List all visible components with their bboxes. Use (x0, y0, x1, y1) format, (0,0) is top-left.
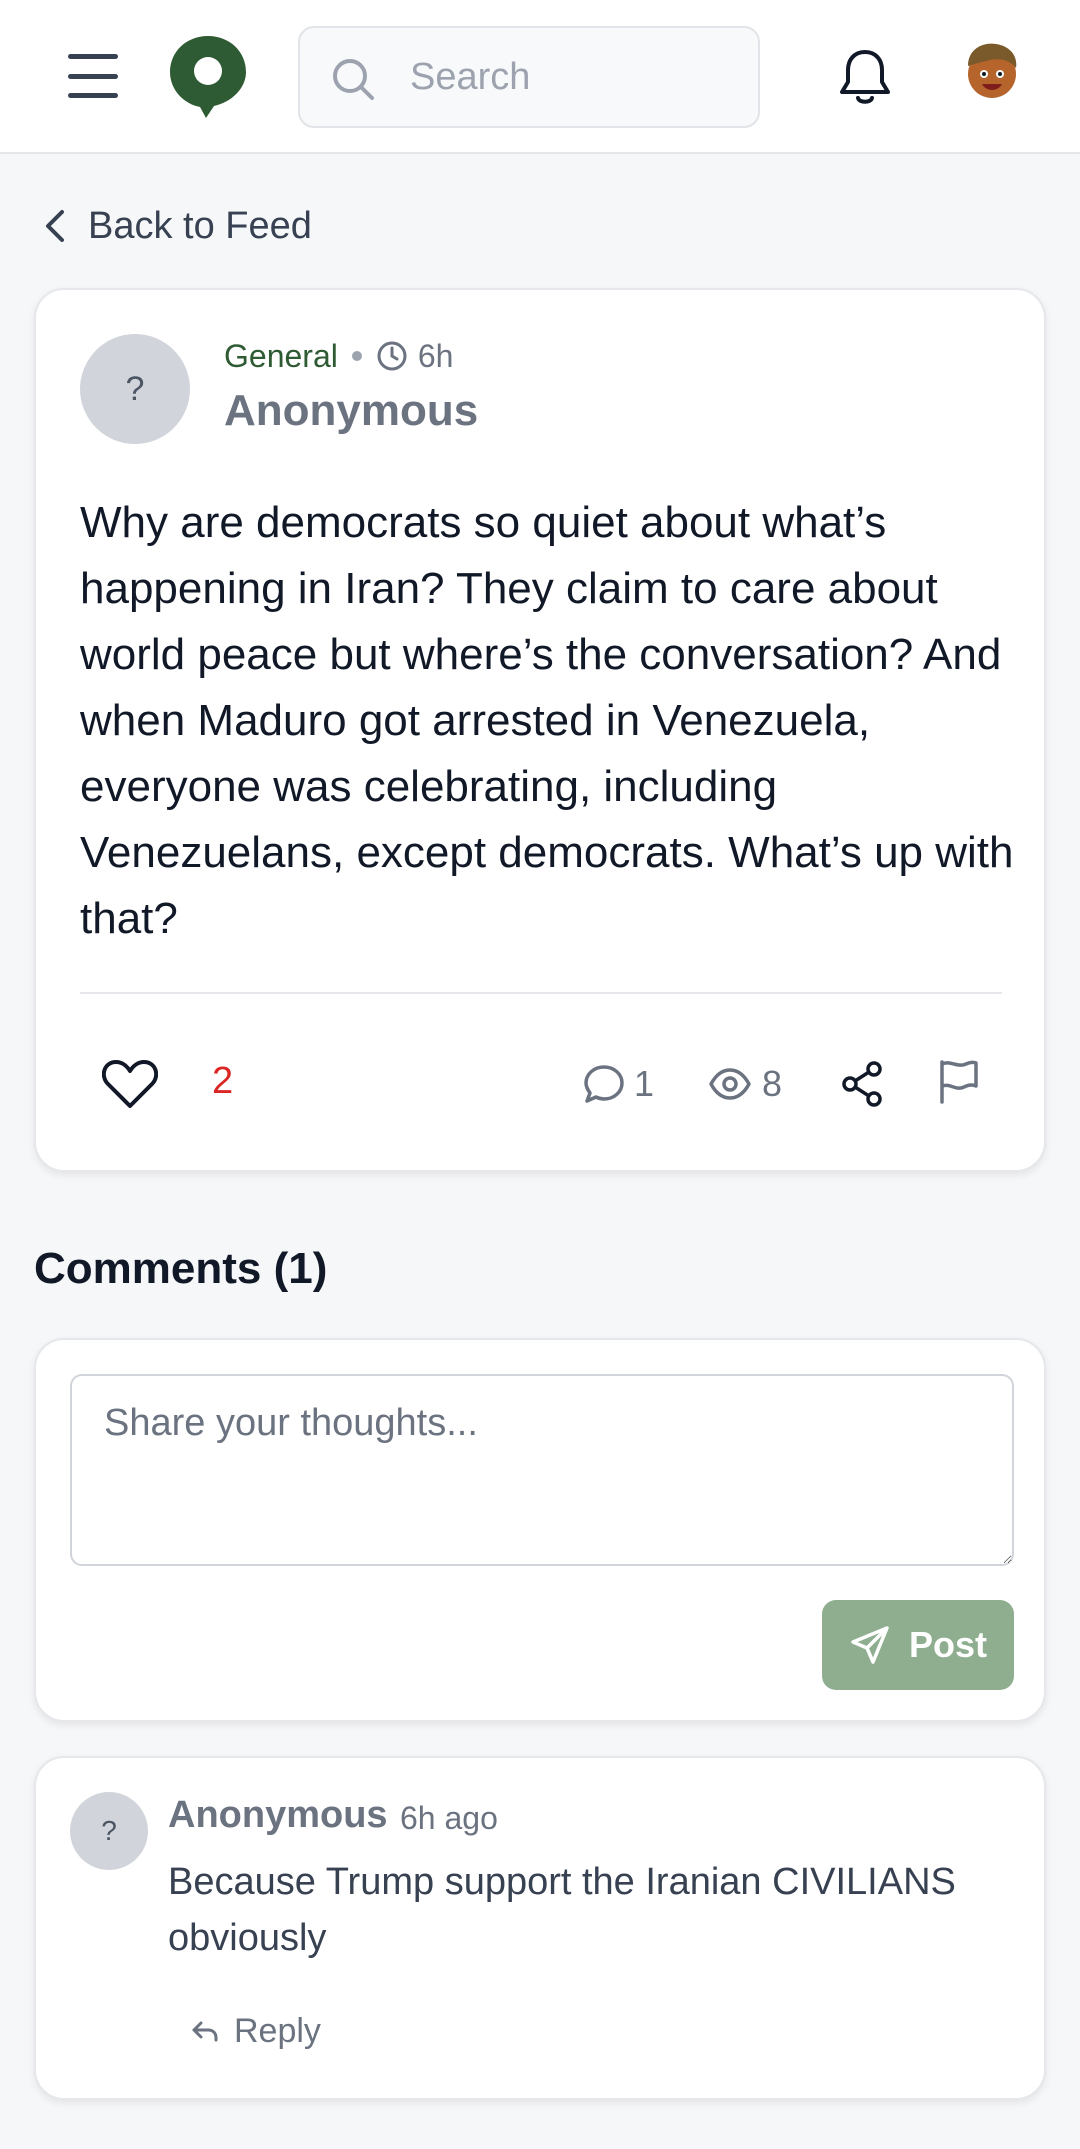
comment-card: ? Anonymous 6h ago Because Trump support… (34, 1756, 1046, 2100)
post-author: Anonymous (224, 386, 479, 435)
post-comment-button[interactable]: Post (822, 1600, 1014, 1690)
post-avatar: ? (80, 334, 190, 444)
post-button-label: Post (908, 1624, 987, 1665)
post-body: Why are democrats so quiet about what’s … (80, 498, 1014, 943)
back-label: Back to Feed (88, 204, 312, 247)
comments-heading: Comments (1) (34, 1244, 328, 1293)
reply-button[interactable]: Reply (190, 2006, 321, 2056)
post-meta: General 6h (224, 334, 453, 378)
view-count-stat: 8 (708, 1060, 782, 1108)
eye-icon (709, 1068, 751, 1100)
chevron-left-icon (46, 210, 64, 242)
comment-avatar: ? (70, 1792, 148, 1870)
reply-icon (192, 2021, 218, 2042)
send-icon (851, 1626, 889, 1664)
reply-label: Reply (234, 2011, 321, 2050)
menu-bar (68, 54, 118, 59)
post-card: ? General 6h Anonymous Why are democrats… (34, 288, 1046, 1172)
comment-textarea[interactable] (70, 1374, 1014, 1566)
comment-time: 6h ago (400, 1800, 498, 1836)
divider (80, 992, 1002, 994)
menu-icon[interactable] (68, 54, 118, 98)
heart-icon[interactable] (102, 1058, 158, 1110)
search-box[interactable] (298, 26, 760, 128)
comment-count: 1 (634, 1063, 655, 1104)
bell-icon[interactable] (838, 48, 892, 106)
view-count: 8 (762, 1063, 783, 1104)
menu-bar (68, 93, 118, 98)
back-to-feed-link[interactable]: Back to Feed (40, 200, 312, 252)
search-input[interactable] (410, 28, 740, 126)
post-time: 6h (417, 337, 454, 374)
logo-pin-icon[interactable] (168, 34, 248, 120)
menu-bar (68, 73, 118, 79)
top-header (0, 0, 1080, 154)
user-avatar[interactable] (960, 38, 1024, 102)
share-icon[interactable] (840, 1060, 884, 1108)
clock-icon (377, 341, 407, 371)
comment-compose-card: Post (34, 1338, 1046, 1722)
flag-icon[interactable] (936, 1058, 980, 1106)
search-icon (333, 59, 374, 100)
comment-author: Anonymous (168, 1794, 388, 1836)
meta-separator (351, 351, 362, 361)
comment-count-button[interactable]: 1 (582, 1060, 654, 1108)
comment-icon (584, 1065, 624, 1103)
post-category[interactable]: General (224, 338, 338, 375)
comment-text: Because Trump support the Iranian CIVILI… (168, 1861, 956, 1959)
like-count: 2 (212, 1060, 234, 1102)
